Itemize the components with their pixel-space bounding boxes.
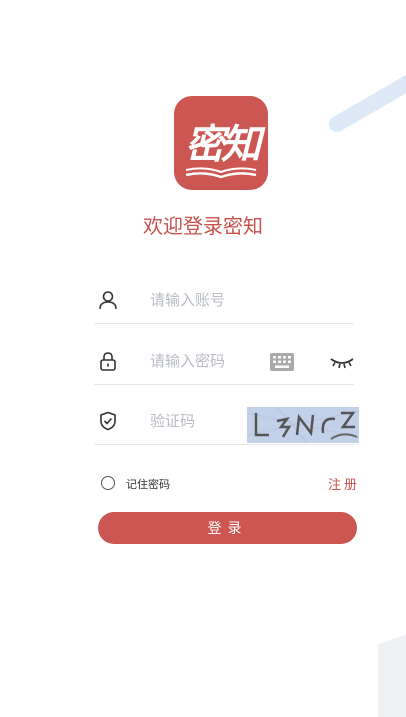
login-button[interactable]: 登录 xyxy=(98,512,357,544)
lock-icon xyxy=(100,352,116,371)
password-input[interactable] xyxy=(150,349,270,373)
remember-label: 记住密码 xyxy=(126,478,170,491)
password-field xyxy=(94,335,354,385)
page-title: 欢迎登录密知 xyxy=(143,214,263,238)
remember-radio[interactable] xyxy=(101,476,115,490)
logo-text: 密知 xyxy=(185,121,261,168)
app-logo: 密知 xyxy=(174,96,268,190)
decorative-corner xyxy=(378,559,406,717)
shield-check-icon xyxy=(100,411,116,431)
captcha-glyphs xyxy=(247,407,359,443)
account-input[interactable] xyxy=(150,288,270,312)
decorative-stripe xyxy=(326,66,406,135)
book-icon xyxy=(185,167,257,179)
user-icon xyxy=(99,291,117,310)
keyboard-icon[interactable] xyxy=(270,353,294,371)
eye-closed-icon[interactable] xyxy=(330,355,354,369)
account-field xyxy=(94,274,354,324)
captcha-image[interactable] xyxy=(247,407,359,443)
register-link[interactable]: 注册 xyxy=(328,474,360,493)
